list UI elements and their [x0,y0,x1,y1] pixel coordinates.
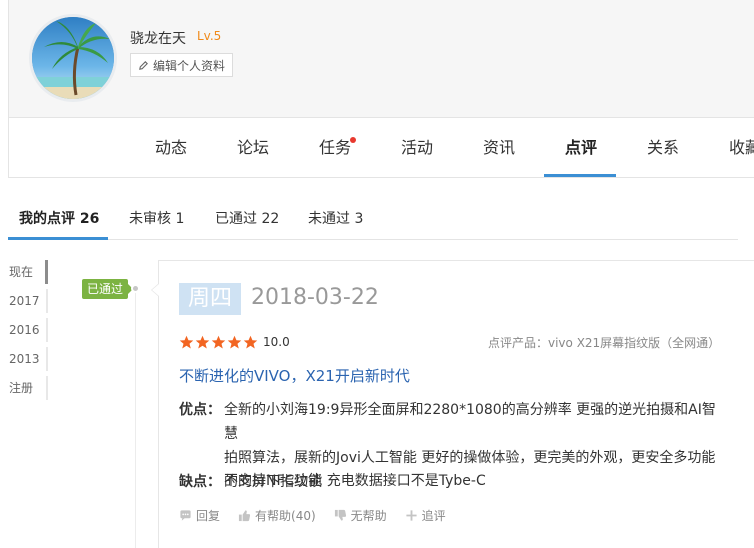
tab-pending[interactable]: 未审核 1 [129,208,184,228]
nav-item-forum[interactable]: 论坛 [227,118,279,178]
timeline-dot [131,284,140,293]
star-icon [211,335,226,349]
review-tabs: 我的点评 26 未审核 1 已通过 22 未通过 3 [8,196,738,240]
cons-text: 不支持NFC功能 充电数据接口不是Tybe-C [224,473,486,489]
thumbs-down-icon [334,509,346,521]
pros-label: 优点： [179,402,221,418]
nav-item-activities[interactable]: 活动 [391,118,443,178]
timeline-year-2017[interactable]: 2017 [8,289,48,313]
unhelpful-button[interactable]: 无帮助 [334,507,387,524]
tab-rejected[interactable]: 未通过 3 [308,208,363,228]
edit-profile-label: 编辑个人资料 [153,58,226,73]
star-rating [179,335,258,350]
star-icon [243,335,258,349]
nav-item-reviews[interactable]: 点评 [555,118,607,178]
nav-item-news[interactable]: 资讯 [473,118,525,178]
thumbs-up-icon [238,510,251,522]
nav-item-favorites[interactable]: 收藏 [719,118,754,178]
review-date: 2018-03-22 [251,285,379,310]
edit-profile-button[interactable]: 编辑个人资料 [130,53,234,77]
status-badge: 已通过 [82,279,133,299]
nav-item-dynamics[interactable]: 动态 [145,118,197,178]
profile-banner: 骁龙在天 Lv.5 编辑个人资料 [9,0,754,118]
reply-button[interactable]: 回复 [179,507,220,524]
timeline-year-register[interactable]: 注册 [8,376,48,400]
username: 骁龙在天 [130,31,186,47]
review-card: 周四 2018-03-22 10.0 点评产品：vivo X21屏幕指纹版（全网… [151,260,754,548]
reviewed-product[interactable]: 点评产品：vivo X21屏幕指纹版（全网通） [488,334,720,351]
avatar[interactable] [29,14,117,102]
cons-label: 缺点： [179,474,221,490]
reply-label: 回复 [196,509,221,523]
nav-active-indicator [544,174,616,177]
notification-dot [350,137,356,143]
star-icon [195,335,210,349]
pros-line: 拍照算法，展新的Jovi人工智能 更好的操做体验，更完美的外观，更安全多功能 [224,450,716,466]
review-actions: 回复 有帮助(40) 无帮助 追评 [179,507,464,524]
review-score: 10.0 [263,335,290,349]
timeline-year-now[interactable]: 现在 [8,260,48,284]
pencil-icon [139,60,148,70]
tab-active-indicator [8,237,108,240]
nav-item-tasks[interactable]: 任务 [309,118,361,178]
star-icon [179,335,194,349]
timeline-year-2013[interactable]: 2013 [8,347,48,371]
unhelpful-label: 无帮助 [350,509,387,523]
review-weekday: 周四 [179,283,241,315]
followup-label: 追评 [421,509,446,523]
timeline-year-2016[interactable]: 2016 [8,318,48,342]
level-badge: Lv.5 [197,29,222,43]
review-title[interactable]: 不断进化的VIVO，X21开启新时代 [179,365,410,386]
profile-nav: 动态 论坛 任务 活动 资讯 点评 关系 收藏 [9,118,754,178]
profile-header: 骁龙在天 Lv.5 编辑个人资料 动态 论坛 任务 活动 资讯 点评 关系 收藏 [8,0,754,178]
tab-approved[interactable]: 已通过 22 [215,208,279,228]
followup-button[interactable]: 追评 [405,507,446,524]
nav-item-relations[interactable]: 关系 [637,118,689,178]
tab-my-reviews[interactable]: 我的点评 26 [19,208,99,228]
star-icon [227,335,242,349]
comment-icon [180,510,191,521]
pros-line: 全新的小刘海19:9异形全面屏和2280*1080的高分辨率 更强的逆光拍摄和A… [224,402,716,442]
timeline-line [135,290,136,548]
plus-icon [406,510,417,521]
helpful-label: 有帮助(40) [255,509,316,523]
helpful-button[interactable]: 有帮助(40) [238,507,316,524]
